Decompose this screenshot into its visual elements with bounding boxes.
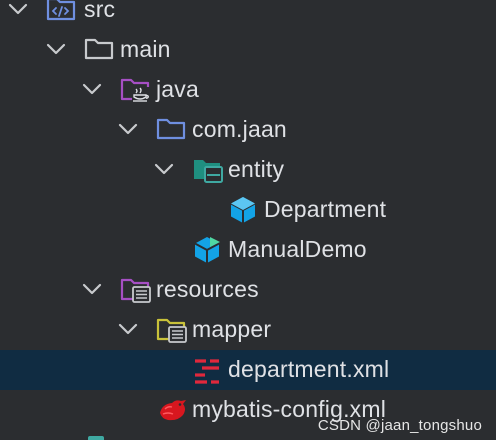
- chevron-down-icon[interactable]: [116, 110, 140, 150]
- tree-item-manualdemo[interactable]: ManualDemo: [0, 230, 496, 270]
- tree-item-label: mapper: [192, 316, 272, 342]
- partial-item-icon: [88, 436, 104, 440]
- chevron-down-icon[interactable]: [152, 150, 176, 190]
- tree-item-resources[interactable]: resources: [0, 270, 496, 310]
- tree-item-label: main: [120, 36, 171, 62]
- tree-item-label: entity: [228, 156, 285, 182]
- chevron-down-icon[interactable]: [44, 30, 68, 70]
- source-folder-icon: [44, 0, 76, 30]
- package-icon: [154, 110, 186, 150]
- watermark: CSDN @jaan_tongshuo: [317, 417, 482, 434]
- chevron-down-icon[interactable]: [80, 70, 104, 110]
- tree-item-label: department.xml: [228, 356, 390, 382]
- java-source-root-icon: [118, 70, 150, 110]
- tree-item-entity[interactable]: entity: [0, 150, 496, 190]
- tree-item-main[interactable]: main: [0, 30, 496, 70]
- resources-root-icon: [118, 270, 151, 310]
- tree-item-java[interactable]: java: [0, 70, 496, 110]
- folder-icon: [82, 30, 114, 70]
- class-icon: [226, 190, 258, 230]
- entity-package-icon: [190, 150, 223, 190]
- mybatis-bird-icon: [154, 390, 186, 430]
- chevron-down-icon[interactable]: [116, 310, 140, 350]
- project-tree: src main java com.jaan entity Department…: [0, 0, 496, 440]
- tree-item-label: src: [84, 0, 116, 22]
- tree-item-label: Department: [264, 196, 387, 222]
- tree-item-label: java: [156, 76, 199, 102]
- tree-item-department-xml[interactable]: department.xml: [0, 350, 496, 390]
- tree-item-label: com.jaan: [192, 116, 287, 142]
- tree-item-label: ManualDemo: [228, 236, 367, 262]
- chevron-down-icon[interactable]: [80, 270, 104, 310]
- tree-item-mapper[interactable]: mapper: [0, 310, 496, 350]
- chevron-down-icon[interactable]: [6, 0, 30, 30]
- tree-item-com-jaan[interactable]: com.jaan: [0, 110, 496, 150]
- runnable-class-icon: [190, 230, 222, 270]
- tree-item-label: resources: [156, 276, 259, 302]
- tree-item-src[interactable]: src: [0, 0, 496, 30]
- mapper-folder-icon: [154, 310, 187, 350]
- mybatis-xml-icon: [190, 350, 222, 390]
- tree-item-department[interactable]: Department: [0, 190, 496, 230]
